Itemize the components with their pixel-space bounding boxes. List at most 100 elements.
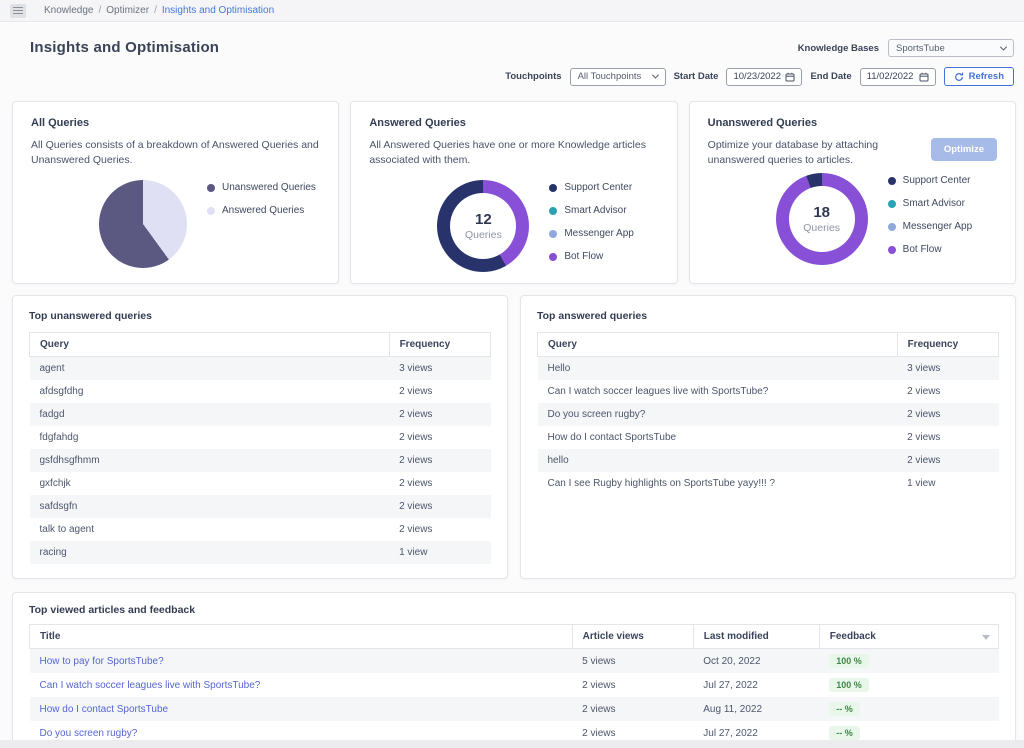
legend-dot-icon <box>549 252 558 261</box>
all-queries-pie-chart <box>99 180 187 269</box>
frequency-cell: 2 views <box>907 432 941 443</box>
query-column-header: Query <box>29 332 390 357</box>
legend-label: Smart Advisor <box>564 205 627 217</box>
feedback-badge: -- % <box>829 726 860 740</box>
legend-label: Bot Flow <box>902 244 942 256</box>
end-date-label: End Date <box>810 71 852 82</box>
breadcrumb-current-page[interactable]: Insights and Optimisation <box>162 5 274 16</box>
unanswered-queries-donut-center: 18 Queries <box>788 186 855 253</box>
feedback-sort-caret-icon[interactable] <box>982 634 990 640</box>
breadcrumb-separator: / <box>98 5 102 16</box>
legend-item: Answered Queries <box>207 205 316 216</box>
table-row: fdgfahdg 2 views <box>30 426 491 449</box>
legend-item: Smart Advisor <box>887 198 973 210</box>
hamburger-menu-icon[interactable] <box>10 3 26 18</box>
all-queries-chart-box <box>99 180 187 269</box>
horizontal-scrollbar[interactable] <box>0 740 1024 748</box>
unanswered-queries-legend: Support Center Smart Advisor Messenger App… <box>887 175 973 267</box>
last-modified-cell: Aug 11, 2022 <box>703 703 763 715</box>
unanswered-queries-description-row: Optimize your database by attaching unan… <box>708 138 997 167</box>
optimize-button[interactable]: Optimize <box>930 138 997 161</box>
frequency-cell: 3 views <box>907 363 941 374</box>
table-row: How do I contact SportsTube 2 views <box>538 426 999 449</box>
table-row: How to pay for SportsTube? 5 views Oct 20,… <box>29 648 999 673</box>
start-date-field[interactable] <box>726 67 803 86</box>
frequency-cell: 2 views <box>907 409 941 420</box>
table-row: Can I see Rugby highlights on SportsTube… <box>538 472 999 495</box>
query-cell: Can I watch soccer leagues live with Spo… <box>547 386 769 397</box>
frequency-cell: 1 view <box>399 547 428 558</box>
legend-dot-icon <box>887 199 896 208</box>
table-row: Hello 3 views <box>537 356 999 380</box>
summary-cards-row: All Queries All Queries consists of a br… <box>12 101 1016 284</box>
title-column-header: Title <box>29 624 573 649</box>
table-row: Can I watch soccer leagues live with Spo… <box>30 673 999 697</box>
all-queries-chart-row: Unanswered Queries Answered Queries <box>31 180 320 269</box>
last-modified-cell: Oct 20, 2022 <box>703 655 761 667</box>
legend-item: Support Center <box>549 182 634 193</box>
legend-label: Messenger App <box>902 221 973 233</box>
top-answered-queries-title: Top answered queries <box>537 310 648 322</box>
touchpoints-select[interactable]: All Touchpoints <box>569 67 666 86</box>
table-row: afdsgfdhg 2 views <box>30 380 491 403</box>
chevron-down-icon <box>999 43 1008 51</box>
frequency-column-header: Frequency <box>896 332 1000 357</box>
answered-queries-count: 12 <box>474 211 492 229</box>
article-views-cell: 5 views <box>582 655 616 667</box>
query-cell: Do you screen rugby? <box>547 409 646 420</box>
top-unanswered-queries-title: Top unanswered queries <box>29 310 152 322</box>
answered-queries-chart-box: 12 Queries <box>437 180 530 273</box>
frequency-cell: 2 views <box>399 501 433 512</box>
top-viewed-articles-card: Top viewed articles and feedback Title A… <box>12 592 1016 748</box>
top-viewed-articles-table: Title Article views Last modified Feedba… <box>29 624 1000 748</box>
article-link[interactable]: How to pay for SportsTube? <box>40 656 164 667</box>
article-link[interactable]: Can I watch soccer leagues live with Spo… <box>40 680 261 691</box>
table-row: agent 3 views <box>29 356 491 380</box>
frequency-cell: 2 views <box>907 386 941 397</box>
article-views-column-header: Article views <box>571 624 694 649</box>
feedback-column-header: Feedback <box>818 624 1000 649</box>
page-title: Insights and Optimisation <box>30 39 220 56</box>
unanswered-queries-count: 18 <box>813 204 830 222</box>
top-unanswered-queries-card: Top unanswered queries Query Frequency a… <box>12 295 508 579</box>
legend-label: Smart Advisor <box>902 198 965 210</box>
all-queries-card-title: All Queries <box>31 117 90 129</box>
feedback-column-label: Feedback <box>829 631 876 642</box>
frequency-cell: 2 views <box>399 524 433 535</box>
all-queries-card: All Queries All Queries consists of a br… <box>12 101 340 284</box>
breadcrumb-knowledge[interactable]: Knowledge <box>44 5 93 16</box>
start-date-input[interactable] <box>733 71 786 82</box>
table-row: gxfchjk 2 views <box>30 472 491 495</box>
legend-item: Bot Flow <box>887 244 973 256</box>
touchpoints-label: Touchpoints <box>505 71 562 82</box>
table-header-row: Title Article views Last modified Feedba… <box>29 624 1000 649</box>
answered-queries-donut-chart: 12 Queries <box>437 180 530 273</box>
unanswered-queries-card-description: Optimize your database by attaching unan… <box>707 139 879 166</box>
unanswered-queries-card: Unanswered Queries Optimize your databas… <box>688 101 1016 284</box>
query-cell: Hello <box>547 363 571 374</box>
frequency-cell: 3 views <box>399 363 433 374</box>
top-answered-queries-table: Query Frequency Hello 3 views Can I watch … <box>537 332 1000 495</box>
end-date-field[interactable] <box>859 67 936 86</box>
article-link[interactable]: How do I contact SportsTube <box>40 704 169 715</box>
all-queries-legend: Unanswered Queries Answered Queries <box>207 182 316 228</box>
end-date-input[interactable] <box>866 71 919 82</box>
article-link[interactable]: Do you screen rugby? <box>40 728 138 739</box>
query-cell: hello <box>547 455 569 466</box>
feedback-badge: 100 % <box>829 654 869 668</box>
knowledge-bases-select[interactable]: SportsTube <box>888 39 1014 57</box>
answered-queries-donut-center: 12 Queries <box>450 193 517 260</box>
table-row: safdsgfn 2 views <box>29 495 491 518</box>
refresh-button[interactable]: Refresh <box>943 67 1014 86</box>
answered-queries-card: Answered Queries All Answered Queries ha… <box>350 101 678 284</box>
breadcrumb: Knowledge / Optimizer / Insights and Opt… <box>44 5 274 16</box>
query-cell: gxfchjk <box>39 478 71 489</box>
feedback-cell: 100 % <box>819 673 998 697</box>
legend-dot-icon <box>887 222 896 231</box>
legend-dot-icon <box>549 229 558 238</box>
feedback-cell: -- % <box>819 697 998 721</box>
breadcrumb-optimizer[interactable]: Optimizer <box>106 5 149 16</box>
query-tables-row: Top unanswered queries Query Frequency a… <box>12 295 1016 579</box>
legend-dot-icon <box>549 183 558 192</box>
query-cell: fadgd <box>39 409 65 420</box>
